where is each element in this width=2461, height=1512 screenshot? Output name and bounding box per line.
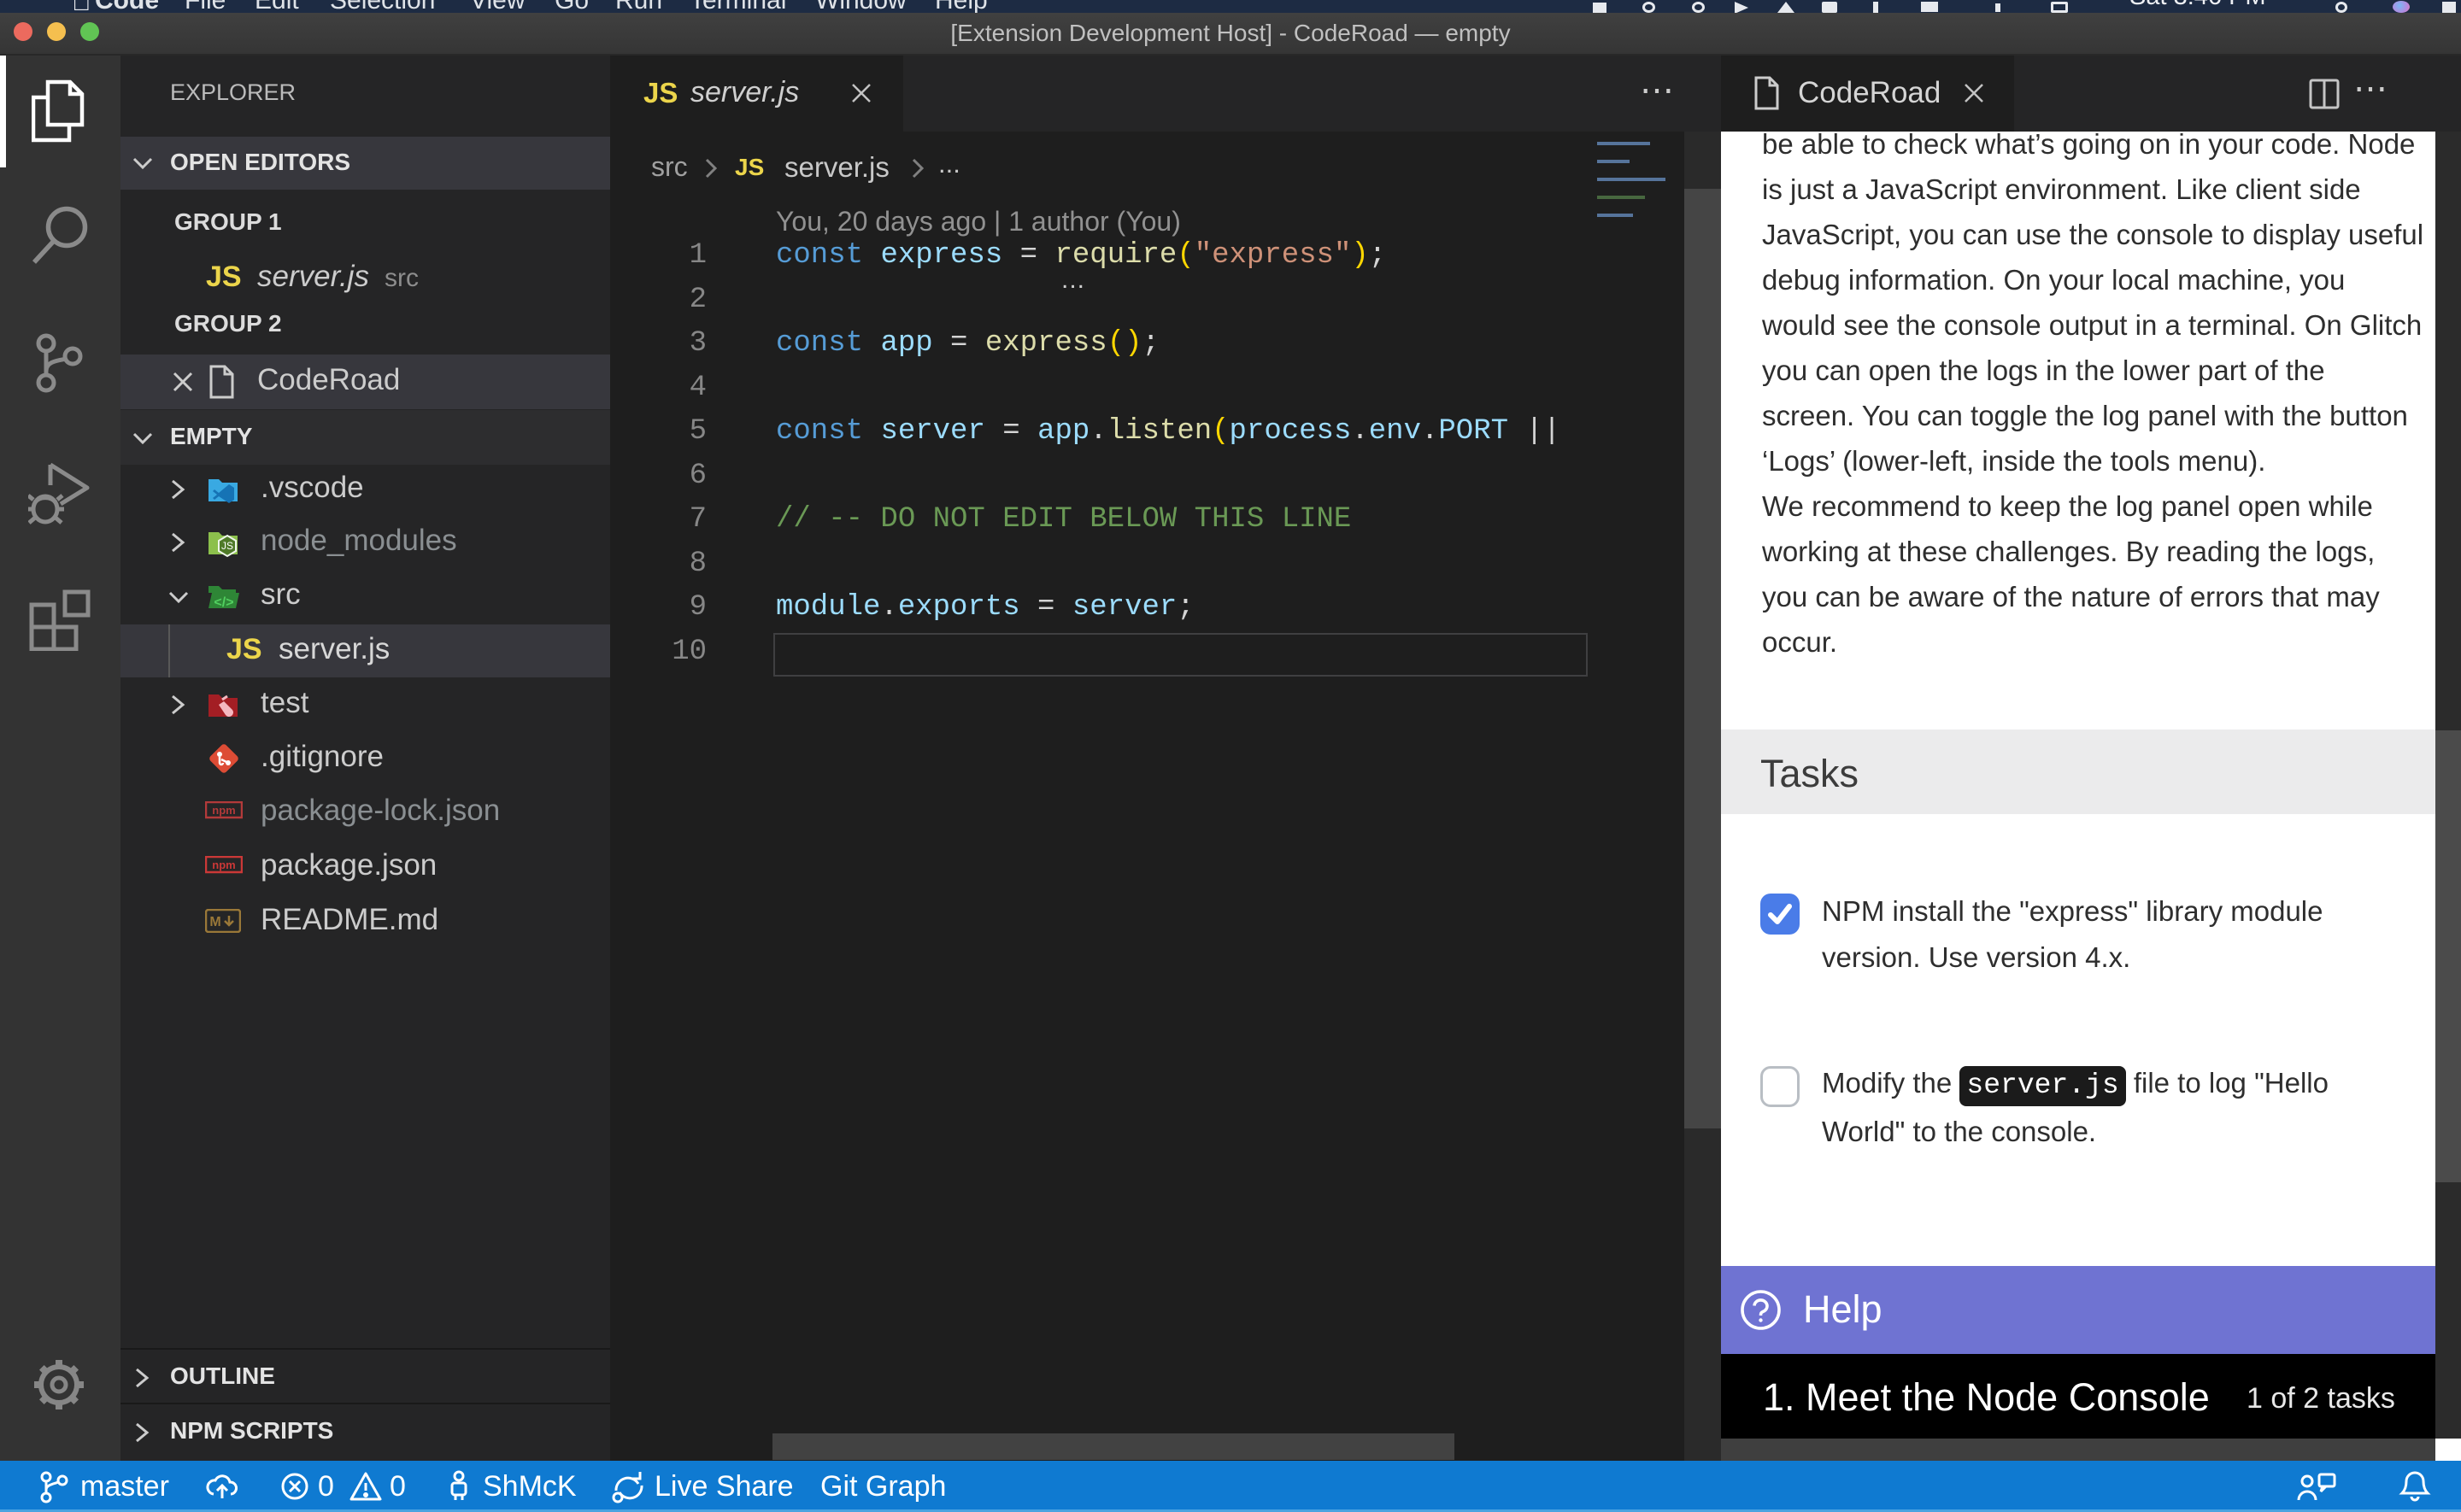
svg-text:JS: JS [221, 540, 233, 552]
svg-text:</>: </> [214, 595, 233, 610]
svg-text:M: M [209, 915, 220, 929]
svg-text:npm: npm [212, 859, 235, 871]
svg-text:npm: npm [212, 804, 235, 817]
